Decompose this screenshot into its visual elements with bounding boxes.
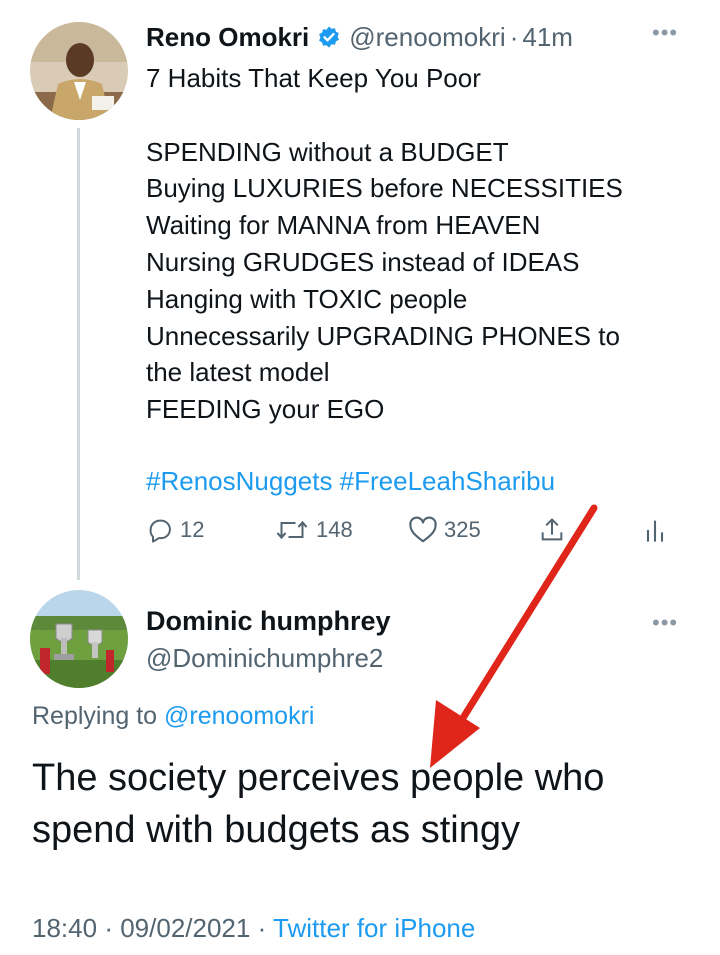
- reply-body: The society perceives people who spend w…: [32, 752, 712, 856]
- author-name[interactable]: Reno Omokri: [146, 22, 309, 53]
- separator-dot: ·: [104, 913, 113, 943]
- reply-icon: [149, 519, 171, 543]
- heart-icon: [409, 516, 437, 543]
- avatar[interactable]: [30, 590, 128, 688]
- tweet-line: Waiting for MANNA from HEAVEN: [146, 210, 541, 241]
- reply-button[interactable]: 12: [146, 516, 204, 544]
- share-icon: [541, 518, 563, 541]
- reply-line: spend with budgets as stingy: [32, 809, 520, 851]
- tweet-date[interactable]: 09/02/2021: [120, 913, 250, 943]
- avatar[interactable]: [30, 22, 128, 120]
- more-dots-icon[interactable]: •••: [652, 20, 678, 46]
- tweet-line: Buying LUXURIES before NECESSITIES: [146, 173, 623, 204]
- tweet-body: 7 Habits That Keep You Poor SPENDING wit…: [146, 60, 706, 428]
- thread-line: [77, 128, 80, 580]
- stats-icon: [646, 520, 664, 542]
- tweet-meta: 18:40 · 09/02/2021 · Twitter for iPhone: [32, 913, 475, 944]
- tweet-line: Hanging with TOXIC people: [146, 283, 468, 314]
- tweet-line: FEEDING your EGO: [146, 394, 385, 425]
- tweet-line: the latest model: [146, 357, 330, 388]
- stats-button[interactable]: [644, 516, 672, 544]
- source-link[interactable]: Twitter for iPhone: [273, 913, 475, 943]
- tweet-time[interactable]: 18:40: [32, 913, 97, 943]
- more-dots-icon[interactable]: •••: [652, 610, 678, 636]
- replying-to: Replying to @renoomokri: [32, 702, 314, 731]
- retweet-icon: [276, 520, 308, 540]
- tweet-line: Nursing GRUDGES instead of IDEAS: [146, 246, 580, 277]
- hashtags-link[interactable]: #RenosNuggets #FreeLeahSharibu: [146, 466, 555, 497]
- separator-dot: ·: [257, 913, 267, 943]
- author-name[interactable]: Dominic humphrey: [146, 606, 391, 637]
- tweet-actions: 12 148 325: [146, 516, 686, 550]
- replying-mention-link[interactable]: @renoomokri: [164, 702, 314, 730]
- separator-dot: ·: [509, 21, 519, 52]
- tweet-line: 7 Habits That Keep You Poor: [146, 63, 481, 93]
- retweet-button[interactable]: 148: [274, 516, 353, 544]
- like-button[interactable]: 325: [408, 516, 481, 544]
- reply-line: The society perceives people who: [32, 757, 605, 799]
- retweet-count: 148: [316, 517, 353, 542]
- verified-badge-icon: [317, 25, 341, 49]
- tweet-time[interactable]: 41m: [522, 22, 573, 53]
- tweet-header: Reno Omokri @renoomokri · 41m: [146, 20, 573, 54]
- like-count: 325: [444, 517, 481, 542]
- replying-prefix: Replying to: [32, 702, 158, 730]
- tweet-line: SPENDING without a BUDGET: [146, 136, 509, 167]
- reply-count: 12: [180, 517, 205, 542]
- tweet-line: Unnecessarily UPGRADING PHONES to: [146, 320, 620, 351]
- author-handle[interactable]: @Dominichumphre2: [146, 643, 383, 674]
- author-handle[interactable]: @renoomokri: [349, 22, 505, 53]
- share-button[interactable]: [538, 516, 572, 544]
